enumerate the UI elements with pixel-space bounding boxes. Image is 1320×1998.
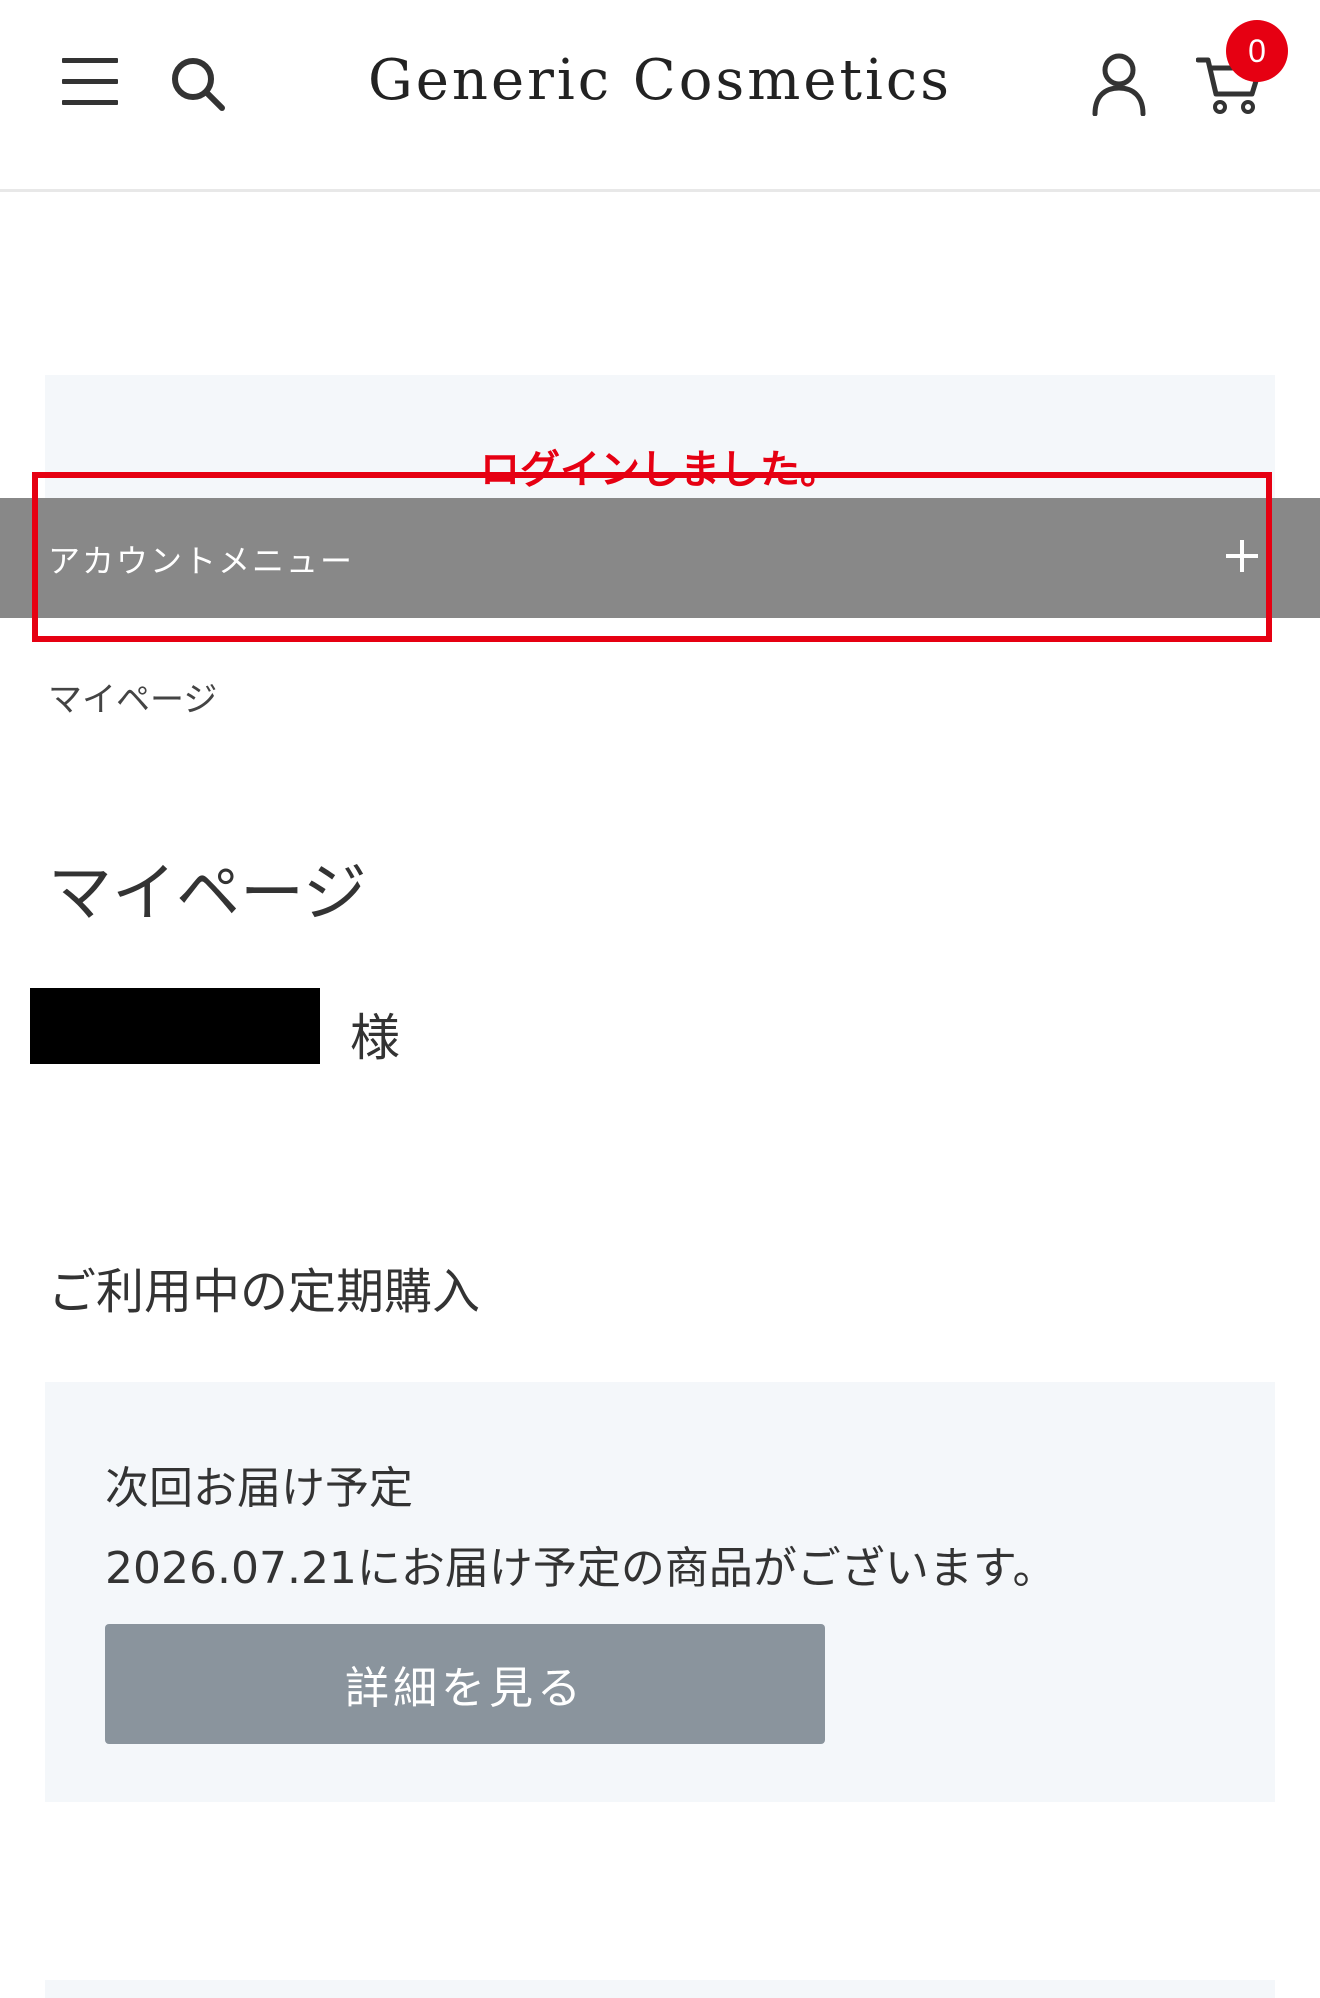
user-icon[interactable] [1090, 52, 1148, 116]
login-success-message: ログインしました。 [480, 447, 840, 493]
next-delivery-heading: 次回お届け予定 [105, 1463, 413, 1514]
login-notice-panel: ログインしました。 [45, 375, 1275, 500]
breadcrumb[interactable]: マイページ [48, 672, 217, 721]
hamburger-menu-icon[interactable] [62, 58, 118, 106]
account-menu-label: アカウントメニュー [48, 542, 355, 580]
next-section-card [45, 1980, 1275, 1998]
plus-icon[interactable] [1224, 538, 1260, 574]
site-header: Generic Cosmetics 0 [0, 0, 1320, 192]
next-delivery-card: 次回お届け予定 2026.07.21にお届け予定の商品がございます。 詳細を見る [45, 1382, 1275, 1802]
page-title: マイページ [48, 857, 367, 931]
cart-count-badge: 0 [1226, 20, 1288, 82]
view-details-button[interactable]: 詳細を見る [105, 1624, 825, 1744]
brand-logo[interactable]: Generic Cosmetics [340, 48, 980, 113]
next-delivery-text: 2026.07.21にお届け予定の商品がございます。 [105, 1543, 1057, 1594]
redacted-user-name [30, 988, 320, 1064]
account-menu-toggle[interactable]: アカウントメニュー [0, 498, 1320, 618]
search-icon[interactable] [168, 54, 228, 114]
subscription-section-title: ご利用中の定期購入 [48, 1264, 481, 1320]
name-honorific: 様 [350, 1009, 400, 1067]
